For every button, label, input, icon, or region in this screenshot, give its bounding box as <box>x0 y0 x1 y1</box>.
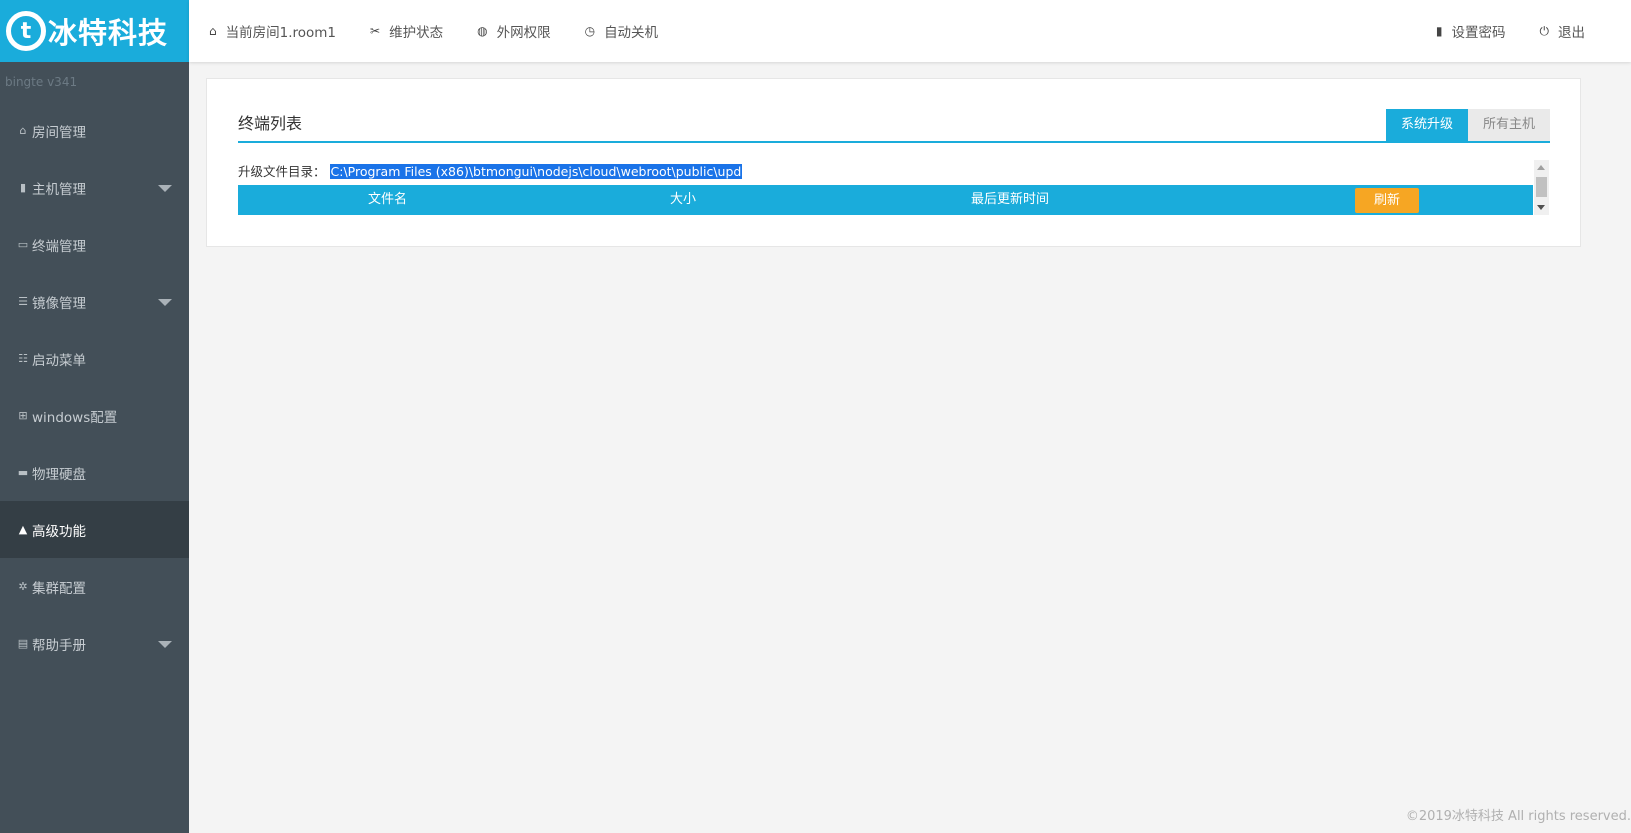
chevron-down-icon[interactable] <box>158 299 172 306</box>
current-room-button[interactable]: ⌂ 当前房间1.room1 <box>209 21 336 41</box>
list-icon: ☷ <box>18 352 28 365</box>
upgrade-dir-value[interactable]: C:\Program Files (x86)\btmongui\nodejs\c… <box>329 164 743 179</box>
sidebar-item-label: 启动菜单 <box>32 352 86 369</box>
sidebar-item-label: 集群配置 <box>32 580 86 597</box>
file-table-header: 文件名 大小 最后更新时间 刷新 <box>238 185 1533 215</box>
sidebar-item-label: 物理硬盘 <box>32 466 86 483</box>
hdd-icon: ▬ <box>17 466 29 479</box>
table-scrollbar[interactable] <box>1534 160 1549 215</box>
server-icon: ▮ <box>19 181 27 194</box>
sidebar-item-advanced[interactable]: ▲ 高级功能 <box>0 501 189 558</box>
globe-icon: ◍ <box>477 24 488 38</box>
auto-shutdown-button[interactable]: ◷ 自动关机 <box>585 21 658 41</box>
panel-header: 终端列表 系统升级 所有主机 <box>238 109 1550 143</box>
tab-system-upgrade[interactable]: 系统升级 <box>1385 109 1468 141</box>
sidebar-item-label: 主机管理 <box>32 181 86 198</box>
brand-name: 冰特科技 <box>48 16 169 50</box>
logout-label: 退出 <box>1558 25 1585 41</box>
version-label: bingte v341 <box>5 75 78 89</box>
set-password-label: 设置密码 <box>1451 25 1506 41</box>
internet-access-label: 外网权限 <box>496 25 551 41</box>
internet-access-button[interactable]: ◍ 外网权限 <box>477 21 550 41</box>
tools-icon: ✂ <box>370 24 381 38</box>
set-password-button[interactable]: ▮ 设置密码 <box>1436 21 1506 41</box>
sidebar-item-label: 终端管理 <box>32 238 86 255</box>
sidebar-item-label: 镜像管理 <box>32 295 86 312</box>
windows-icon: ⊞ <box>18 409 28 422</box>
sidebar-item-images[interactable]: ☰ 镜像管理 <box>0 273 189 330</box>
sidebar-item-rooms[interactable]: ⌂ 房间管理 <box>0 102 189 159</box>
logout-button[interactable]: ⏻ 退出 <box>1539 21 1586 42</box>
chevron-down-icon[interactable] <box>158 185 172 192</box>
tab-all-hosts[interactable]: 所有主机 <box>1467 109 1550 141</box>
clock-icon: ◷ <box>584 24 596 38</box>
upgrade-dir-label: 升级文件目录： <box>238 164 326 179</box>
scroll-up-icon[interactable] <box>1537 165 1545 170</box>
sidebar-item-hosts[interactable]: ▮ 主机管理 <box>0 159 189 216</box>
scroll-down-icon[interactable] <box>1537 205 1545 210</box>
upgrade-dir-row: 升级文件目录： C:\Program Files (x86)\btmongui\… <box>238 163 743 181</box>
column-header-updated: 最后更新时间 <box>971 192 1050 207</box>
panel-tabs: 系统升级 所有主机 <box>1385 109 1550 141</box>
sidebar-item-windows-config[interactable]: ⊞ windows配置 <box>0 387 189 444</box>
chevron-down-icon[interactable] <box>158 641 172 648</box>
column-header-size: 大小 <box>670 192 697 207</box>
terminal-list-panel: 终端列表 系统升级 所有主机 升级文件目录： C:\Program Files … <box>206 78 1581 247</box>
sidebar-item-label: windows配置 <box>32 409 118 426</box>
sidebar-item-cluster[interactable]: ✲ 集群配置 <box>0 558 189 615</box>
auto-shutdown-label: 自动关机 <box>604 25 659 41</box>
copyright-footer: ©2019冰特科技 All rights reserved. <box>1405 809 1631 824</box>
warning-icon: ▲ <box>18 523 28 536</box>
sidebar-item-terminals[interactable]: ▭ 终端管理 <box>0 216 189 273</box>
sidebar: t 冰特科技 bingte v341 ⌂ 房间管理 ▮ 主机管理 ▭ 终端管理 … <box>0 0 189 833</box>
sidebar-item-label: 高级功能 <box>32 523 86 540</box>
maintenance-status-button[interactable]: ✂ 维护状态 <box>370 21 443 41</box>
current-room-label: 当前房间1.room1 <box>225 25 337 41</box>
home-icon: ⌂ <box>209 24 217 38</box>
sidebar-item-boot-menu[interactable]: ☷ 启动菜单 <box>0 330 189 387</box>
database-icon: ☰ <box>18 295 28 308</box>
brand-logo-icon: t <box>6 11 46 51</box>
sidebar-item-label: 房间管理 <box>32 124 86 141</box>
sidebar-item-help[interactable]: ▤ 帮助手册 <box>0 615 189 672</box>
home-icon: ⌂ <box>19 124 27 137</box>
gear-icon: ✲ <box>18 580 28 593</box>
panel-title: 终端列表 <box>238 114 303 133</box>
power-icon: ⏻ <box>1539 23 1550 38</box>
refresh-button[interactable]: 刷新 <box>1355 188 1419 213</box>
monitor-icon: ▭ <box>17 238 29 251</box>
scroll-thumb[interactable] <box>1536 177 1547 197</box>
maintenance-status-label: 维护状态 <box>389 25 444 41</box>
column-header-filename: 文件名 <box>368 192 408 207</box>
top-bar: ⌂ 当前房间1.room1 ✂ 维护状态 ◍ 外网权限 ◷ 自动关机 ▮ 设置密… <box>189 0 1631 62</box>
lock-icon: ▮ <box>1435 24 1443 38</box>
brand-logo[interactable]: t 冰特科技 <box>0 0 189 62</box>
book-icon: ▤ <box>17 637 29 650</box>
sidebar-item-physical-disk[interactable]: ▬ 物理硬盘 <box>0 444 189 501</box>
sidebar-item-label: 帮助手册 <box>32 637 86 654</box>
